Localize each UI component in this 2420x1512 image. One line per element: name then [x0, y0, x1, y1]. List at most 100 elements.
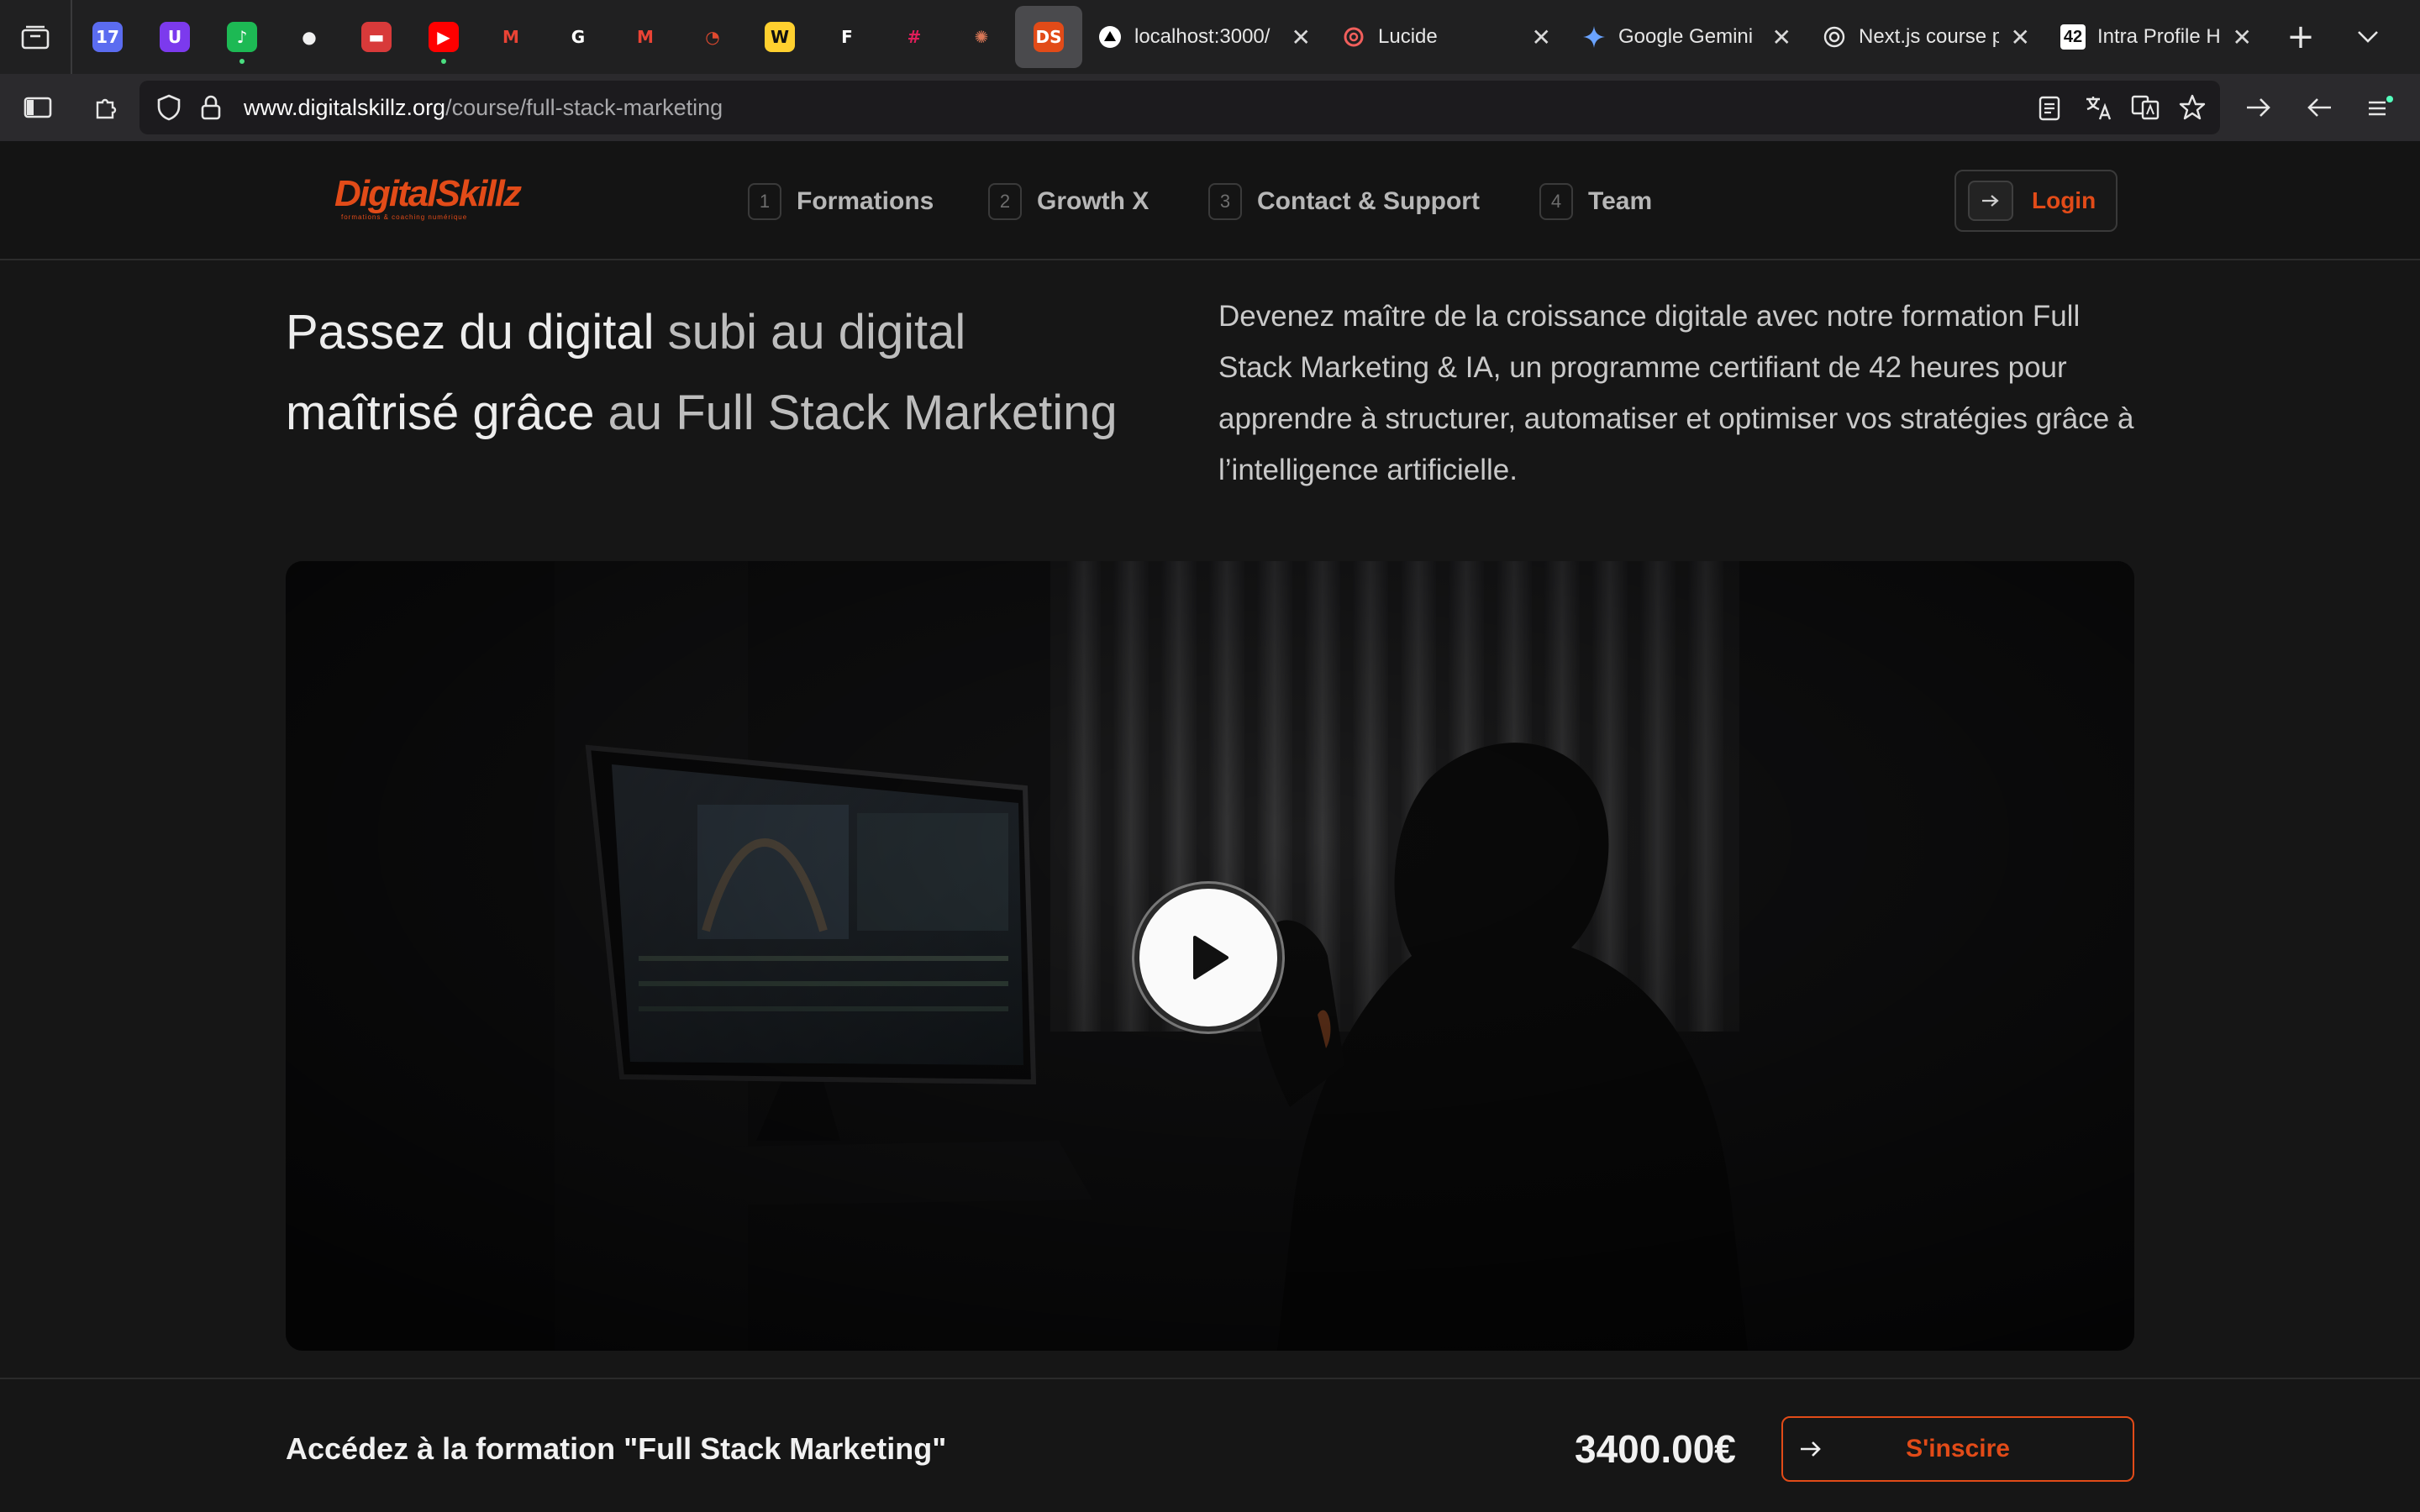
forward-button[interactable]: [2228, 74, 2289, 141]
nav-label: Contact & Support: [1257, 187, 1480, 215]
nav-number: 2: [988, 183, 1022, 220]
timer-icon: ◔: [705, 27, 720, 47]
pinned-tab-gmail-1[interactable]: M: [477, 0, 544, 74]
logo-text: DigitalSkillz: [334, 173, 522, 214]
tab-localhost[interactable]: localhost:3000/ ✕: [1082, 0, 1326, 74]
close-icon[interactable]: ✕: [1292, 24, 1311, 51]
pinned-tab-timer[interactable]: ◔: [679, 0, 746, 74]
lock-icon: [201, 95, 221, 120]
gmail-1-icon: M: [502, 27, 519, 47]
pinned-tab-digitalskillz[interactable]: DS: [1015, 6, 1082, 68]
google-icon: G: [571, 27, 586, 47]
arrow-right-icon: [1798, 1436, 1823, 1466]
close-icon[interactable]: ✕: [2011, 24, 2030, 51]
back-button[interactable]: [2289, 74, 2349, 141]
play-button[interactable]: [1134, 884, 1282, 1032]
tab-lucide[interactable]: Lucide ✕: [1326, 0, 1566, 74]
shield-icon: [157, 94, 181, 121]
puzzle-icon: [96, 98, 117, 119]
hero-title-part1: Passez du digital: [286, 305, 668, 360]
tab-intra-profile[interactable]: 42 Intra Profile Hom ✕: [2045, 0, 2267, 74]
tab-title: Google Gemini: [1618, 25, 1754, 48]
extensions-button[interactable]: [76, 74, 136, 141]
url-domain: www.digitalskillz.org: [244, 94, 446, 120]
pinned-tab-miro[interactable]: W: [746, 0, 813, 74]
bookmark-star-icon[interactable]: [2178, 93, 2207, 122]
tab-overview-button[interactable]: [0, 0, 72, 74]
arrow-left-icon: [2307, 98, 2331, 117]
login-label: Login: [2032, 187, 2096, 213]
tab-nextjs-course[interactable]: Next.js course p ✕: [1807, 0, 2045, 74]
hero-title-part3: maîtrisé grâce: [286, 386, 608, 440]
nav-item-formations[interactable]: 1 Formations: [748, 183, 934, 220]
slack-icon: #: [907, 27, 922, 47]
close-icon[interactable]: ✕: [1772, 24, 1791, 51]
play-icon: [1193, 936, 1228, 979]
gmail-2-icon: M: [637, 27, 654, 47]
pinned-tab-github[interactable]: ●: [276, 0, 343, 74]
hero-title-part2: subi au digital: [667, 305, 966, 360]
pinned-tab-gmail-2[interactable]: M: [612, 0, 679, 74]
app-menu-button[interactable]: [2349, 74, 2410, 141]
lucide-icon: [1341, 24, 1366, 50]
enroll-bar: Accédez à la formation "Full Stack Marke…: [0, 1378, 2420, 1512]
youtube-icon: ▶: [429, 22, 459, 52]
pinned-tab-framer[interactable]: F: [813, 0, 881, 74]
tab-list-button[interactable]: [2334, 0, 2402, 74]
tab-title: Lucide: [1378, 25, 1438, 48]
login-button[interactable]: Login: [1954, 170, 2118, 232]
pinned-tab-youtube[interactable]: ▶: [410, 0, 477, 74]
tab-title: Next.js course p: [1859, 25, 1999, 48]
spotify-icon: ♪: [227, 22, 257, 52]
new-tab-button[interactable]: +: [2267, 0, 2334, 74]
42-icon: 42: [2060, 24, 2086, 50]
browser-tab-bar: 17 U ♪ ● ▬ ▶ M G M ◔ W F # ✺ DS localhost:3000/ ✕ Luci…: [0, 0, 2420, 74]
audio-indicator: [239, 59, 245, 64]
enroll-label: S'inscire: [1906, 1435, 2010, 1462]
hero-description: Devenez maître de la croissance digitale…: [1218, 300, 2134, 486]
sidebar-toggle-button[interactable]: [0, 74, 76, 141]
address-bar[interactable]: www.digitalskillz.org/course/full-stack-…: [139, 81, 2220, 134]
app-red-icon: ▬: [361, 22, 392, 52]
page-translate-icon[interactable]: [2131, 94, 2160, 121]
pinned-tab-spotify[interactable]: ♪: [208, 0, 276, 74]
miro-icon: W: [765, 22, 795, 52]
pinned-tab-slack[interactable]: #: [881, 0, 948, 74]
course-price: 3400.00€: [1575, 1427, 1736, 1471]
translate-icon[interactable]: [2084, 94, 2112, 121]
pinned-tab-calendar[interactable]: 17: [74, 0, 141, 74]
calendar-icon: 17: [92, 22, 123, 52]
browser-toolbar: www.digitalskillz.org/course/full-stack-…: [0, 74, 2420, 141]
pinned-tab-google[interactable]: G: [544, 0, 612, 74]
hero-title: Passez du digital subi au digital maîtris…: [286, 292, 1193, 454]
menu-icon: [2369, 96, 2393, 116]
audio-indicator: [441, 59, 446, 64]
tab-gemini[interactable]: Google Gemini ✕: [1566, 0, 1807, 74]
enroll-button[interactable]: S'inscire: [1781, 1416, 2134, 1482]
nav-item-contact-support[interactable]: 3 Contact & Support: [1208, 183, 1480, 220]
tab-overview-icon: [21, 25, 50, 50]
nav-label: Growth X: [1037, 187, 1150, 215]
site-header: DigitalSkillz formations & coaching numé…: [0, 141, 2420, 260]
digitalskillz-icon: DS: [1034, 22, 1064, 52]
nav-label: Formations: [797, 187, 934, 215]
nav-label: Team: [1588, 187, 1653, 215]
pinned-tab-claude[interactable]: ✺: [948, 0, 1015, 74]
pinned-tab-proton[interactable]: U: [141, 0, 208, 74]
nav-number: 4: [1539, 183, 1573, 220]
framer-icon: F: [841, 27, 853, 47]
tab-title: localhost:3000/: [1134, 25, 1270, 48]
nav-item-team[interactable]: 4 Team: [1539, 183, 1652, 220]
nav-item-growth-x[interactable]: 2 Growth X: [988, 183, 1149, 220]
pinned-tab-app-red[interactable]: ▬: [343, 0, 410, 74]
sidebar-icon: [24, 97, 52, 118]
url-text[interactable]: www.digitalskillz.org/course/full-stack-…: [244, 95, 723, 121]
close-icon[interactable]: ✕: [2233, 24, 2252, 51]
close-icon[interactable]: ✕: [1532, 24, 1551, 51]
tab-title: Intra Profile Hom: [2097, 25, 2221, 48]
enroll-title: Accédez à la formation "Full Stack Marke…: [286, 1431, 947, 1466]
hero-title-part4: au Full Stack Marketing: [608, 386, 1118, 440]
chevron-down-icon: [2358, 31, 2378, 43]
site-logo[interactable]: DigitalSkillz formations & coaching numé…: [334, 173, 522, 227]
reader-mode-icon[interactable]: [2039, 96, 2060, 121]
